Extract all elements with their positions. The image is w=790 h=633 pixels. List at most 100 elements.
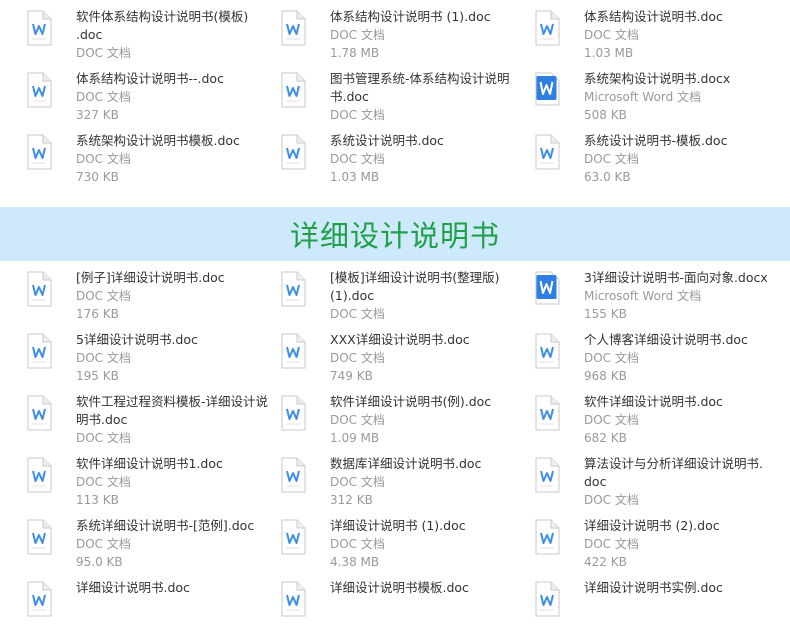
file-meta: 体系结构设计说明书--.doc DOC 文档 327 KB <box>76 70 280 124</box>
file-item[interactable]: 详细设计说明书模板.doc <box>280 571 534 633</box>
file-type: DOC 文档 <box>584 152 639 166</box>
file-name: 详细设计说明书实例.doc <box>584 580 723 595</box>
file-name: [模板]详细设计说明书(整理版) <box>330 270 500 285</box>
file-type: Microsoft Word 文档 <box>584 90 702 104</box>
file-name: 体系结构设计说明书--.doc <box>76 71 224 86</box>
file-name: [例子]详细设计说明书.doc <box>76 270 225 285</box>
file-item[interactable]: 系统详细设计说明书-[范例].doc DOC 文档 95.0 KB <box>26 509 280 571</box>
doc-file-icon <box>534 8 584 46</box>
doc-file-icon <box>280 8 330 46</box>
file-item[interactable]: 软件体系结构设计说明书(模板) .doc DOC 文档 <box>26 0 280 62</box>
file-name: 体系结构设计说明书 (1).doc <box>330 9 491 24</box>
file-meta: 详细设计说明书 (1).doc DOC 文档 4.38 MB <box>330 517 534 571</box>
file-meta: 软件工程过程资料模板-详细设计说 明书.doc DOC 文档 <box>76 393 280 447</box>
file-name: 书.doc <box>330 89 369 104</box>
doc-file-icon <box>26 579 76 617</box>
file-meta: 详细设计说明书.doc <box>76 579 280 597</box>
file-item[interactable]: 5详细设计说明书.doc DOC 文档 195 KB <box>26 323 280 385</box>
file-type: DOC 文档 <box>330 475 385 489</box>
file-size: 682 KB <box>584 431 627 445</box>
file-item[interactable]: 软件详细设计说明书1.doc DOC 文档 113 KB <box>26 447 280 509</box>
file-meta: 详细设计说明书 (2).doc DOC 文档 422 KB <box>584 517 788 571</box>
file-item[interactable]: 系统设计说明书.doc DOC 文档 1.03 MB <box>280 124 534 186</box>
doc-file-icon <box>535 519 560 555</box>
file-meta: 软件体系结构设计说明书(模板) .doc DOC 文档 <box>76 8 280 62</box>
file-size: 508 KB <box>584 108 627 122</box>
file-type: DOC 文档 <box>330 108 385 122</box>
file-item[interactable]: 软件详细设计说明书(例).doc DOC 文档 1.09 MB <box>280 385 534 447</box>
doc-file-icon <box>27 72 52 108</box>
file-meta: 软件详细设计说明书(例).doc DOC 文档 1.09 MB <box>330 393 534 447</box>
file-size: 968 KB <box>584 369 627 383</box>
file-item[interactable]: [模板]详细设计说明书(整理版) (1).doc DOC 文档 <box>280 261 534 323</box>
doc-file-icon <box>535 10 560 46</box>
file-name: 个人博客详细设计说明书.doc <box>584 332 748 347</box>
doc-file-icon <box>534 132 584 170</box>
file-item[interactable]: 软件详细设计说明书.doc DOC 文档 682 KB <box>534 385 788 447</box>
doc-file-icon <box>26 132 76 170</box>
file-item[interactable]: 详细设计说明书 (1).doc DOC 文档 4.38 MB <box>280 509 534 571</box>
file-type: DOC 文档 <box>584 413 639 427</box>
file-type: DOC 文档 <box>330 28 385 42</box>
doc-file-icon <box>27 271 52 307</box>
file-size: 113 KB <box>76 493 119 507</box>
file-name: 详细设计说明书模板.doc <box>330 580 469 595</box>
file-name: 软件详细设计说明书.doc <box>584 394 723 409</box>
file-item[interactable]: 体系结构设计说明书.doc DOC 文档 1.03 MB <box>534 0 788 62</box>
file-meta: [模板]详细设计说明书(整理版) (1).doc DOC 文档 <box>330 269 534 323</box>
doc-file-icon <box>26 8 76 46</box>
doc-file-icon <box>280 393 330 431</box>
file-item[interactable]: 算法设计与分析详细设计说明书. doc DOC 文档 <box>534 447 788 509</box>
file-item[interactable]: 详细设计说明书实例.doc <box>534 571 788 633</box>
doc-file-icon <box>280 331 330 369</box>
file-item[interactable]: 3详细设计说明书-面向对象.docx Microsoft Word 文档 155 K… <box>534 261 788 323</box>
doc-file-icon <box>26 517 76 555</box>
file-name: 体系结构设计说明书.doc <box>584 9 723 24</box>
file-item[interactable]: 软件工程过程资料模板-详细设计说 明书.doc DOC 文档 <box>26 385 280 447</box>
file-name: doc <box>584 474 607 489</box>
file-size: 1.09 MB <box>330 431 380 445</box>
file-item[interactable]: [例子]详细设计说明书.doc DOC 文档 176 KB <box>26 261 280 323</box>
file-item[interactable]: 系统架构设计说明书模板.doc DOC 文档 730 KB <box>26 124 280 186</box>
file-type: DOC 文档 <box>76 431 131 445</box>
file-type: DOC 文档 <box>76 46 131 60</box>
file-item[interactable]: 体系结构设计说明书 (1).doc DOC 文档 1.78 MB <box>280 0 534 62</box>
file-grid-bottom: [例子]详细设计说明书.doc DOC 文档 176 KB [模板]详细设计说明书(整… <box>0 261 788 633</box>
file-item[interactable]: 图书管理系统-体系结构设计说明 书.doc DOC 文档 <box>280 62 534 124</box>
file-item[interactable]: 数据库详细设计说明书.doc DOC 文档 312 KB <box>280 447 534 509</box>
file-item[interactable]: 个人博客详细设计说明书.doc DOC 文档 968 KB <box>534 323 788 385</box>
file-item[interactable]: 系统架构设计说明书.docx Microsoft Word 文档 508 KB <box>534 62 788 124</box>
file-item[interactable]: 详细设计说明书 (2).doc DOC 文档 422 KB <box>534 509 788 571</box>
file-type: DOC 文档 <box>330 537 385 551</box>
doc-file-icon <box>281 271 306 307</box>
file-name: 5详细设计说明书.doc <box>76 332 198 347</box>
file-meta: 系统设计说明书-模板.doc DOC 文档 63.0 KB <box>584 132 788 186</box>
doc-file-icon <box>534 393 584 431</box>
doc-file-icon <box>26 393 76 431</box>
file-item[interactable]: XXX详细设计说明书.doc DOC 文档 749 KB <box>280 323 534 385</box>
file-type: DOC 文档 <box>76 537 131 551</box>
file-size: 312 KB <box>330 493 373 507</box>
doc-file-icon <box>280 70 330 108</box>
file-name: 软件详细设计说明书(例).doc <box>330 394 492 409</box>
doc-file-icon <box>535 395 560 431</box>
file-item[interactable]: 详细设计说明书.doc <box>26 571 280 633</box>
file-grid-top: 软件体系结构设计说明书(模板) .doc DOC 文档 体系结构设计说明书 (1).d… <box>0 0 788 186</box>
file-size: 730 KB <box>76 170 119 184</box>
file-name: XXX详细设计说明书.doc <box>330 332 470 347</box>
doc-file-icon <box>26 331 76 369</box>
file-item[interactable]: 系统设计说明书-模板.doc DOC 文档 63.0 KB <box>534 124 788 186</box>
file-item[interactable]: 体系结构设计说明书--.doc DOC 文档 327 KB <box>26 62 280 124</box>
file-type: DOC 文档 <box>584 28 639 42</box>
file-type: DOC 文档 <box>330 413 385 427</box>
doc-file-icon <box>281 581 306 617</box>
file-name: 详细设计说明书 (2).doc <box>584 518 720 533</box>
file-meta: 系统详细设计说明书-[范例].doc DOC 文档 95.0 KB <box>76 517 280 571</box>
file-size: 749 KB <box>330 369 373 383</box>
file-type: DOC 文档 <box>330 307 385 321</box>
docx-file-icon <box>534 269 584 305</box>
doc-file-icon <box>281 72 306 108</box>
doc-file-icon <box>27 134 52 170</box>
file-type: DOC 文档 <box>76 152 131 166</box>
doc-file-icon <box>535 134 560 170</box>
